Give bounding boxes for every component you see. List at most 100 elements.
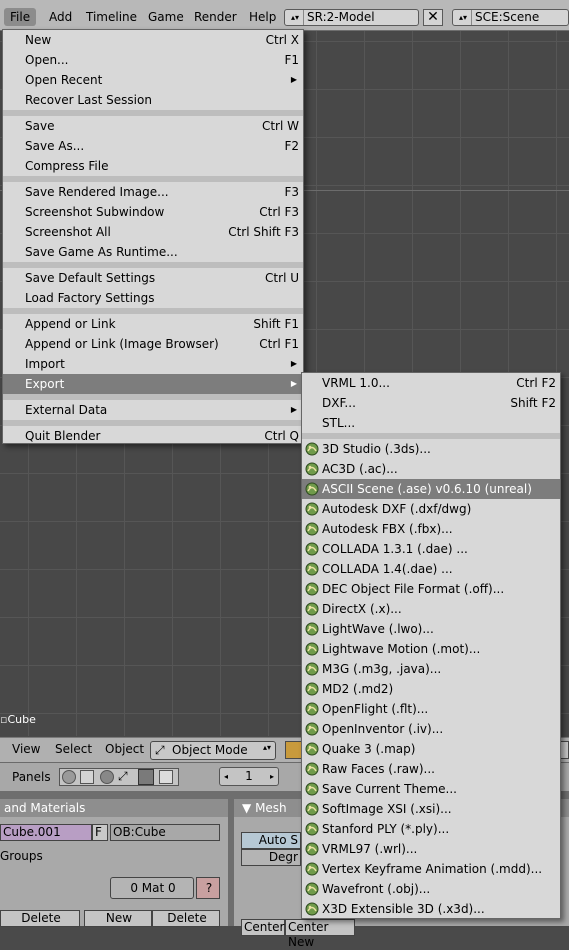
auto-smooth-button[interactable]: Auto S	[241, 832, 301, 849]
mode-label: Object Mode	[172, 743, 248, 757]
export-item-lightwave-motion-mot[interactable]: Lightwave Motion (.mot)...	[302, 639, 560, 659]
export-item-stl[interactable]: STL...	[302, 413, 560, 433]
view-menu[interactable]: View	[12, 742, 40, 756]
export-item-save-current-theme[interactable]: Save Current Theme...	[302, 779, 560, 799]
material-index[interactable]: 0 Mat 0	[110, 877, 194, 899]
export-item-openinventor-iv[interactable]: OpenInventor (.iv)...	[302, 719, 560, 739]
delete-material-button[interactable]: Delete	[0, 910, 80, 927]
menu-item-shortcut: Ctrl F1	[259, 337, 299, 351]
context-buttons[interactable]: ⤢	[59, 768, 179, 786]
menu-item-label: Compress File	[25, 159, 109, 173]
python-script-icon	[305, 562, 319, 576]
python-script-icon	[305, 622, 319, 636]
file-menu-item-open-recent[interactable]: Open Recent ▶	[3, 70, 303, 90]
export-item-vrml-1-0[interactable]: VRML 1.0... Ctrl F2	[302, 373, 560, 393]
export-item-stanford-ply-ply[interactable]: Stanford PLY (*.ply)...	[302, 819, 560, 839]
file-menu-item-save[interactable]: Save Ctrl W	[3, 116, 303, 136]
export-item-collada-1-4-dae[interactable]: COLLADA 1.4(.dae) ...	[302, 559, 560, 579]
file-menu-item-recover-last-session[interactable]: Recover Last Session	[3, 90, 303, 110]
menu-file[interactable]: File	[4, 8, 37, 26]
delete-material-button-2[interactable]: Delete	[152, 910, 220, 927]
menu-item-label: OpenInventor (.iv)...	[322, 722, 444, 736]
menu-item-label: Open Recent	[25, 73, 103, 87]
top-header: File Add Timeline Game Render Help ▴▾ SR…	[0, 0, 569, 31]
new-material-button[interactable]: New	[84, 910, 152, 927]
export-item-directx-x[interactable]: DirectX (.x)...	[302, 599, 560, 619]
file-menu-item-load-factory-settings[interactable]: Load Factory Settings	[3, 288, 303, 308]
export-item-autodesk-dxf-dxf-dwg[interactable]: Autodesk DXF (.dxf/dwg)	[302, 499, 560, 519]
file-menu-item-compress-file[interactable]: Compress File	[3, 156, 303, 176]
scene-selector[interactable]: ▴▾ SCE:Scene	[452, 9, 569, 26]
file-menu-item-quit-blender[interactable]: Quit Blender Ctrl Q	[3, 426, 303, 446]
screen-selector[interactable]: ▴▾ SR:2-Model	[284, 9, 419, 26]
file-menu-item-append-or-link[interactable]: Append or Link Shift F1	[3, 314, 303, 334]
file-menu-item-save-default-settings[interactable]: Save Default Settings Ctrl U	[3, 268, 303, 288]
menu-item-label: Screenshot Subwindow	[25, 205, 165, 219]
logic-icon[interactable]	[62, 770, 76, 784]
menu-item-label: Quake 3 (.map)	[322, 742, 416, 756]
menu-item-label: Append or Link	[25, 317, 116, 331]
export-item-quake-3-map[interactable]: Quake 3 (.map)	[302, 739, 560, 759]
export-item-wavefront-obj[interactable]: Wavefront (.obj)...	[302, 879, 560, 899]
file-menu-item-screenshot-subwindow[interactable]: Screenshot Subwindow Ctrl F3	[3, 202, 303, 222]
menu-timeline[interactable]: Timeline	[80, 8, 143, 26]
fake-user-button[interactable]: F	[92, 824, 108, 841]
export-item-3d-studio-3ds[interactable]: 3D Studio (.3ds)...	[302, 439, 560, 459]
page-stepper[interactable]: ◂ 1 ▸	[219, 767, 279, 786]
file-menu-item-save-game-as-runtime[interactable]: Save Game As Runtime...	[3, 242, 303, 262]
export-item-md2-md2[interactable]: MD2 (.md2)	[302, 679, 560, 699]
help-button[interactable]: ?	[196, 877, 220, 899]
file-menu-item-save-as[interactable]: Save As... F2	[3, 136, 303, 156]
select-menu[interactable]: Select	[55, 742, 92, 756]
file-menu-item-screenshot-all[interactable]: Screenshot All Ctrl Shift F3	[3, 222, 303, 242]
object-menu[interactable]: Object	[105, 742, 144, 756]
center-new-button[interactable]: Center New	[285, 919, 355, 949]
export-item-vertex-keyframe-animation-mdd[interactable]: Vertex Keyframe Animation (.mdd)...	[302, 859, 560, 879]
export-item-lightwave-lwo[interactable]: LightWave (.lwo)...	[302, 619, 560, 639]
export-item-raw-faces-raw[interactable]: Raw Faces (.raw)...	[302, 759, 560, 779]
editing-icon[interactable]	[138, 769, 154, 785]
collapse-icon[interactable]: ▼	[242, 801, 251, 815]
menu-help[interactable]: Help	[243, 8, 282, 26]
mesh-name-field[interactable]: Cube.001	[0, 824, 92, 841]
menu-item-label: Save Current Theme...	[322, 782, 457, 796]
export-item-collada-1-3-1-dae[interactable]: COLLADA 1.3.1 (.dae) ...	[302, 539, 560, 559]
center-button[interactable]: Center	[241, 919, 285, 936]
file-menu-item-external-data[interactable]: External Data ▶	[3, 400, 303, 420]
menu-render[interactable]: Render	[188, 8, 243, 26]
export-item-vrml97-wrl[interactable]: VRML97 (.wrl)...	[302, 839, 560, 859]
script-icon[interactable]	[80, 770, 94, 784]
export-item-autodesk-fbx-fbx[interactable]: Autodesk FBX (.fbx)...	[302, 519, 560, 539]
export-item-openflight-flt[interactable]: OpenFlight (.flt)...	[302, 699, 560, 719]
menu-item-label: ASCII Scene (.ase) v0.6.10 (unreal)	[322, 482, 532, 496]
python-script-icon	[305, 642, 319, 656]
menu-item-label: Wavefront (.obj)...	[322, 882, 431, 896]
degree-field[interactable]: Degr	[241, 849, 301, 866]
export-item-ascii-scene-ase-v0-6-10-unreal[interactable]: ASCII Scene (.ase) v0.6.10 (unreal)	[302, 479, 560, 499]
mode-select[interactable]: ⤢ Object Mode ▴▾	[150, 741, 276, 760]
file-menu-item-import[interactable]: Import ▶	[3, 354, 303, 374]
file-menu-item-export[interactable]: Export ▶	[3, 374, 303, 394]
menu-item-shortcut: Ctrl F3	[259, 205, 299, 219]
shading-icon[interactable]	[100, 770, 114, 784]
object-icon[interactable]: ⤢	[118, 769, 128, 784]
object-name-field[interactable]: OB:Cube	[110, 824, 220, 841]
export-item-m3g-m3g-java[interactable]: M3G (.m3g, .java)...	[302, 659, 560, 679]
mesh-title: Mesh	[255, 801, 287, 815]
export-item-dxf[interactable]: DXF... Shift F2	[302, 393, 560, 413]
export-item-softimage-xsi-xsi[interactable]: SoftImage XSI (.xsi)...	[302, 799, 560, 819]
file-menu-item-append-or-link-image-browser[interactable]: Append or Link (Image Browser) Ctrl F1	[3, 334, 303, 354]
close-screen-button[interactable]: ✕	[423, 9, 443, 26]
menu-item-shortcut: Ctrl F2	[516, 376, 556, 390]
python-script-icon	[305, 462, 319, 476]
menu-item-label: New	[25, 33, 52, 47]
export-item-ac3d-ac[interactable]: AC3D (.ac)...	[302, 459, 560, 479]
menu-game[interactable]: Game	[142, 8, 190, 26]
export-item-dec-object-file-format-off[interactable]: DEC Object File Format (.off)...	[302, 579, 560, 599]
file-menu-item-new[interactable]: New Ctrl X	[3, 30, 303, 50]
export-item-x3d-extensible-3d-x3d[interactable]: X3D Extensible 3D (.x3d)...	[302, 899, 560, 919]
file-menu-item-open[interactable]: Open... F1	[3, 50, 303, 70]
scene-icon[interactable]	[159, 770, 173, 784]
file-menu-item-save-rendered-image[interactable]: Save Rendered Image... F3	[3, 182, 303, 202]
menu-add[interactable]: Add	[43, 8, 78, 26]
